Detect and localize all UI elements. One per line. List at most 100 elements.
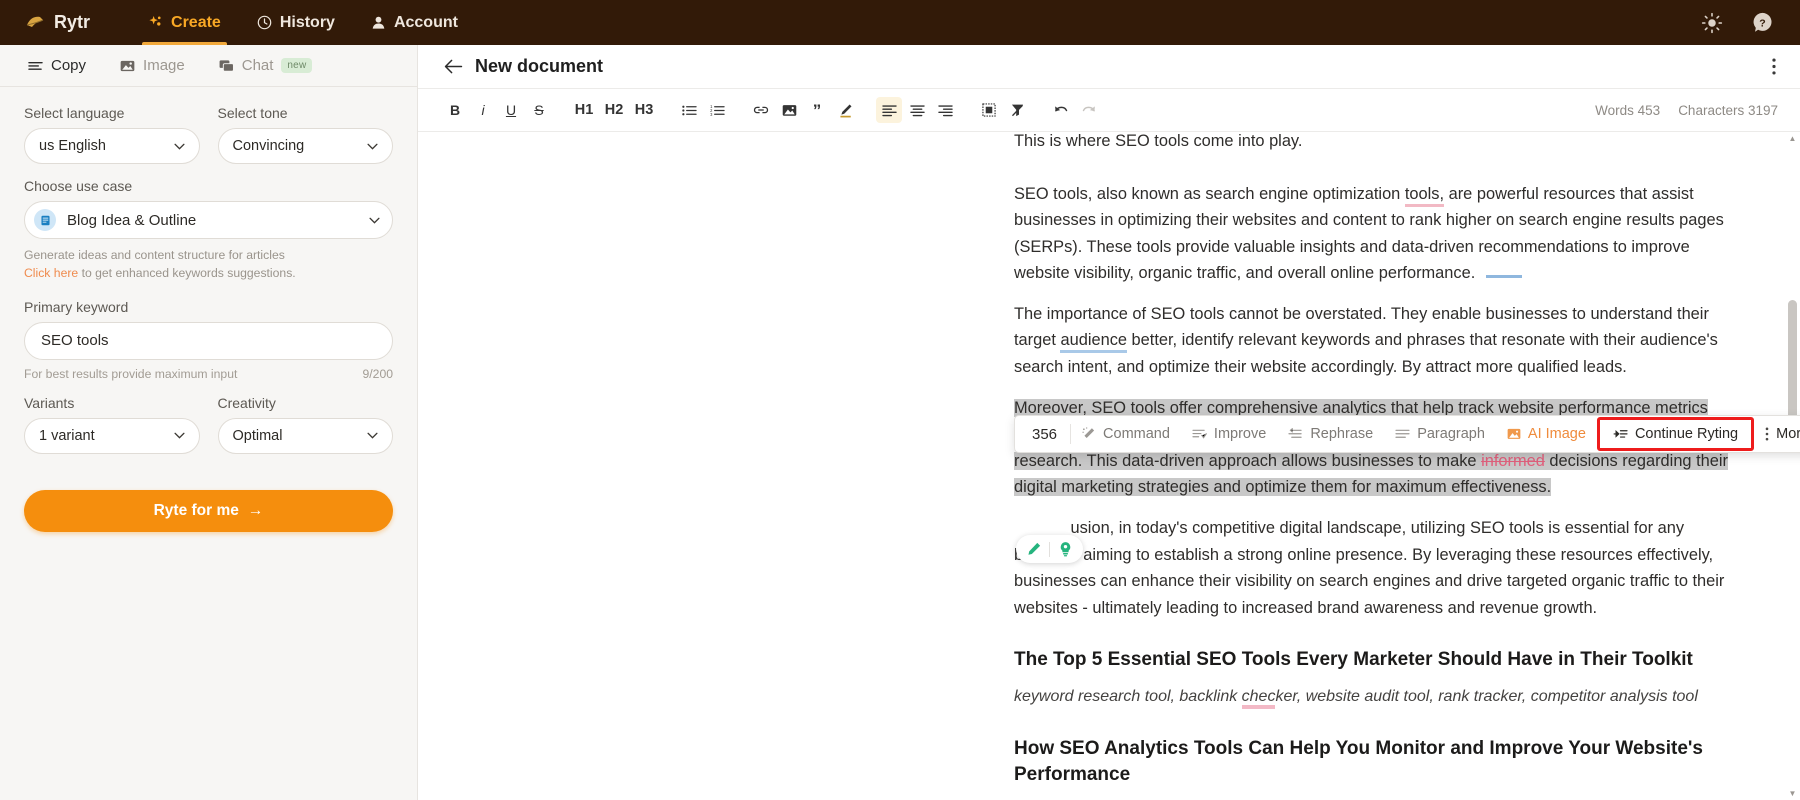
clear-format-button[interactable] bbox=[1004, 97, 1030, 123]
p2-part-c: attract more qualified leads. bbox=[1426, 358, 1627, 376]
insert-image-button[interactable] bbox=[776, 97, 802, 123]
p4-text: usion, in today's competitive digital la… bbox=[1014, 519, 1724, 617]
lines-icon bbox=[28, 59, 43, 72]
strikethrough-button[interactable]: S bbox=[526, 97, 552, 123]
text-marker-highlight bbox=[1486, 275, 1522, 278]
paragraph-2: The importance of SEO tools cannot be ov… bbox=[1014, 301, 1730, 381]
nav-item-create[interactable]: Create bbox=[130, 0, 239, 45]
document-content[interactable]: This is where SEO tools come into play. … bbox=[418, 132, 1800, 800]
ai-more-label: More bbox=[1776, 426, 1800, 442]
language-select[interactable]: us English bbox=[24, 128, 200, 164]
use-case-label: Choose use case bbox=[24, 178, 393, 194]
continue-ryting-button[interactable]: Continue Ryting bbox=[1602, 416, 1749, 452]
outline-heading: How SEO Analytics Tools Can Help You Mon… bbox=[1014, 736, 1730, 789]
link-button[interactable] bbox=[748, 97, 774, 123]
continue-ryting-highlight-box: Continue Ryting bbox=[1597, 417, 1754, 451]
tab-image[interactable]: Image bbox=[106, 51, 199, 80]
bold-button[interactable]: B bbox=[442, 97, 468, 123]
click-here-suffix: to get enhanced keywords suggestions. bbox=[78, 266, 295, 280]
align-center-button[interactable] bbox=[904, 97, 930, 123]
scroll-up-arrow[interactable]: ▲ bbox=[1788, 134, 1797, 143]
character-count: Characters 3197 bbox=[1678, 103, 1778, 118]
ai-image-icon bbox=[1507, 428, 1521, 440]
tab-chat[interactable]: Chat new bbox=[205, 51, 327, 80]
language-tone-row: Select language us English Select tone C… bbox=[24, 105, 393, 178]
chevron-down-icon bbox=[367, 432, 378, 439]
back-arrow-icon[interactable] bbox=[444, 59, 463, 74]
active-tab-underline bbox=[142, 42, 227, 45]
align-left-button[interactable] bbox=[876, 97, 902, 123]
use-case-value: Blog Idea & Outline bbox=[67, 212, 196, 229]
primary-keyword-label: Primary keyword bbox=[24, 299, 393, 315]
p1-grammar-mark[interactable]: tools, bbox=[1405, 185, 1444, 207]
ai-improve-button[interactable]: Improve bbox=[1181, 416, 1277, 452]
tone-label: Select tone bbox=[218, 105, 394, 121]
document-scrollbar[interactable]: ▲ ▼ bbox=[1788, 132, 1797, 800]
nav-label-create: Create bbox=[171, 14, 221, 32]
ai-paragraph-button[interactable]: Paragraph bbox=[1384, 416, 1496, 452]
click-here-link[interactable]: Click here bbox=[24, 266, 78, 280]
p2-grammar-mark[interactable]: audience bbox=[1060, 331, 1127, 353]
kebab-menu-icon[interactable] bbox=[1772, 58, 1776, 75]
outline-item: How SEO Analytics Tools Can Help You Mon… bbox=[1014, 736, 1730, 800]
chevron-down-icon bbox=[174, 432, 185, 439]
widget-divider bbox=[1049, 542, 1050, 557]
undo-button[interactable] bbox=[1048, 97, 1074, 123]
kw-a: keyword research tool, backlink bbox=[1014, 688, 1242, 705]
underline-button[interactable]: U bbox=[498, 97, 524, 123]
variants-label: Variants bbox=[24, 395, 200, 411]
blockquote-button[interactable]: ” bbox=[804, 97, 830, 123]
italic-button[interactable]: i bbox=[470, 97, 496, 123]
chat-new-badge: new bbox=[281, 58, 312, 73]
tone-value: Convincing bbox=[233, 138, 305, 154]
ai-rephrase-label: Rephrase bbox=[1310, 426, 1373, 442]
scroll-down-arrow[interactable]: ▼ bbox=[1788, 789, 1797, 798]
magic-wand-icon bbox=[1082, 427, 1096, 441]
creativity-select[interactable]: Optimal bbox=[218, 418, 394, 454]
bullet-list-button[interactable] bbox=[676, 97, 702, 123]
ai-rephrase-button[interactable]: Rephrase bbox=[1277, 416, 1384, 452]
magic-pencil-icon[interactable] bbox=[1023, 541, 1045, 557]
clock-icon bbox=[257, 15, 272, 30]
language-field: Select language us English bbox=[24, 105, 200, 164]
sun-theme-icon[interactable] bbox=[1700, 11, 1724, 35]
tab-copy[interactable]: Copy bbox=[14, 51, 100, 80]
tone-field: Select tone Convincing bbox=[218, 105, 394, 164]
heading-1-button[interactable]: H1 bbox=[570, 97, 598, 123]
generation-form: Select language us English Select tone C… bbox=[0, 87, 417, 468]
brand-logo[interactable]: Rytr bbox=[26, 12, 90, 33]
scrollbar-thumb[interactable] bbox=[1788, 300, 1797, 430]
nav-item-history[interactable]: History bbox=[239, 0, 353, 45]
tab-label-copy: Copy bbox=[51, 57, 86, 74]
p3-strikethrough-word[interactable]: informed bbox=[1481, 452, 1545, 470]
insert-table-button[interactable] bbox=[976, 97, 1002, 123]
use-case-field: Choose use case Blog Idea & Outline Gene… bbox=[24, 178, 393, 283]
tone-select[interactable]: Convincing bbox=[218, 128, 394, 164]
highlight-pen-button[interactable] bbox=[832, 97, 858, 123]
ryte-for-me-button[interactable]: Ryte for me → bbox=[24, 490, 393, 532]
lightbulb-idea-icon[interactable] bbox=[1054, 541, 1076, 557]
use-case-select[interactable]: Blog Idea & Outline bbox=[24, 201, 393, 239]
tab-label-image: Image bbox=[143, 57, 185, 74]
svg-text:?: ? bbox=[1759, 17, 1765, 29]
ai-command-button[interactable]: Command bbox=[1071, 416, 1181, 452]
sparkles-icon bbox=[148, 15, 163, 30]
ai-more-button[interactable]: More bbox=[1754, 416, 1800, 452]
heading-2-button[interactable]: H2 bbox=[600, 97, 628, 123]
nav-label-history: History bbox=[280, 14, 335, 32]
panel-tabs: Copy Image Chat new bbox=[0, 45, 417, 87]
variants-select[interactable]: 1 variant bbox=[24, 418, 200, 454]
help-circle-icon[interactable]: ? bbox=[1750, 11, 1774, 35]
ai-image-button[interactable]: AI Image bbox=[1496, 416, 1597, 452]
redo-button[interactable] bbox=[1076, 97, 1102, 123]
nav-item-account[interactable]: Account bbox=[353, 0, 476, 45]
align-right-button[interactable] bbox=[932, 97, 958, 123]
kw-mark: chec bbox=[1242, 688, 1276, 709]
primary-keyword-input[interactable]: SEO tools bbox=[24, 322, 393, 360]
nav-label-account: Account bbox=[394, 14, 458, 32]
paragraph-4: In conclusion, in today's competitive di… bbox=[1014, 515, 1730, 621]
selection-char-count: 356 bbox=[1019, 426, 1070, 443]
heading-3-button[interactable]: H3 bbox=[630, 97, 658, 123]
document-counts: Words 453 Characters 3197 bbox=[1595, 103, 1778, 118]
numbered-list-button[interactable]: 123 bbox=[704, 97, 730, 123]
